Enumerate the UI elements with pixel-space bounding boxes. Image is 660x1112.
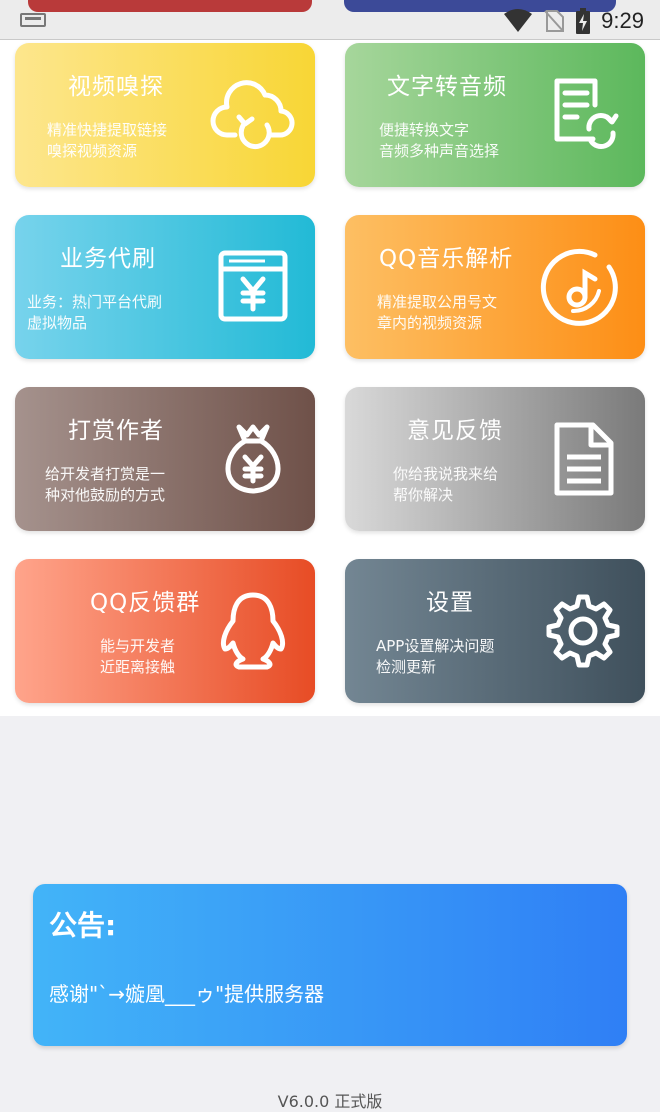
- card-settings[interactable]: 设置 APP设置解决问题 检测更新: [345, 559, 645, 703]
- music-disc-icon: [539, 247, 627, 327]
- card-title: 视频嗅探: [68, 74, 164, 100]
- version-label: V6.0.0 正式版: [277, 1092, 383, 1111]
- card-title: 业务代刷: [60, 246, 156, 272]
- card-title: 打赏作者: [68, 418, 164, 444]
- card-title: 设置: [426, 590, 474, 616]
- card-title: QQ音乐解析: [379, 246, 514, 272]
- card-description: 精准提取公用号文 章内的视频资源: [377, 293, 498, 332]
- yuan-window-icon: [209, 247, 297, 327]
- document-icon: [539, 419, 627, 499]
- previous-card-edge-left: [28, 0, 312, 12]
- card-title: 意见反馈: [407, 418, 503, 444]
- card-qq-feedback-group[interactable]: QQ反馈群 能与开发者 近距离接触: [15, 559, 315, 703]
- announcement-text: 感谢"ˋ→嫙凰___ゥ"提供服务器: [49, 982, 325, 1006]
- no-sim-icon: [544, 10, 565, 32]
- cloud-refresh-icon: [209, 75, 297, 155]
- card-title: 文字转音频: [387, 74, 507, 100]
- battery-charging-icon: [576, 8, 591, 34]
- notification-icon: [20, 13, 46, 27]
- status-time: 9:29: [601, 8, 644, 33]
- gear-icon: [539, 591, 627, 671]
- wifi-icon: [504, 9, 533, 32]
- card-text-to-audio[interactable]: 文字转音频 便捷转换文字 音频多种声音选择: [345, 43, 645, 187]
- card-tip-author[interactable]: 打赏作者 给开发者打赏是一 种对他鼓励的方式: [15, 387, 315, 531]
- card-business-service[interactable]: 业务代刷 业务：热门平台代刷 虚拟物品: [15, 215, 315, 359]
- card-title: QQ反馈群: [90, 590, 201, 616]
- card-qq-music-parse[interactable]: QQ音乐解析 精准提取公用号文 章内的视频资源: [345, 215, 645, 359]
- qq-penguin-icon: [209, 591, 297, 671]
- card-video-sniff[interactable]: 视频嗅探 精准快捷提取链接 嗅探视频资源: [15, 43, 315, 187]
- card-feedback[interactable]: 意见反馈 你给我说我来给 帮你解决: [345, 387, 645, 531]
- document-sync-icon: [539, 75, 627, 155]
- card-description: APP设置解决问题 检测更新: [376, 637, 495, 676]
- card-description: 精准快捷提取链接 嗅探视频资源: [47, 121, 168, 160]
- announcement-title: 公告:: [49, 909, 117, 942]
- card-description: 便捷转换文字 音频多种声音选择: [379, 121, 500, 160]
- card-description: 给开发者打赏是一 种对他鼓励的方式: [45, 465, 166, 504]
- status-bar: 9:29: [0, 0, 660, 40]
- announcement-card: 公告: 感谢"ˋ→嫙凰___ゥ"提供服务器: [33, 884, 627, 1046]
- card-description: 业务：热门平台代刷 虚拟物品: [27, 293, 163, 332]
- money-bag-icon: [209, 419, 297, 499]
